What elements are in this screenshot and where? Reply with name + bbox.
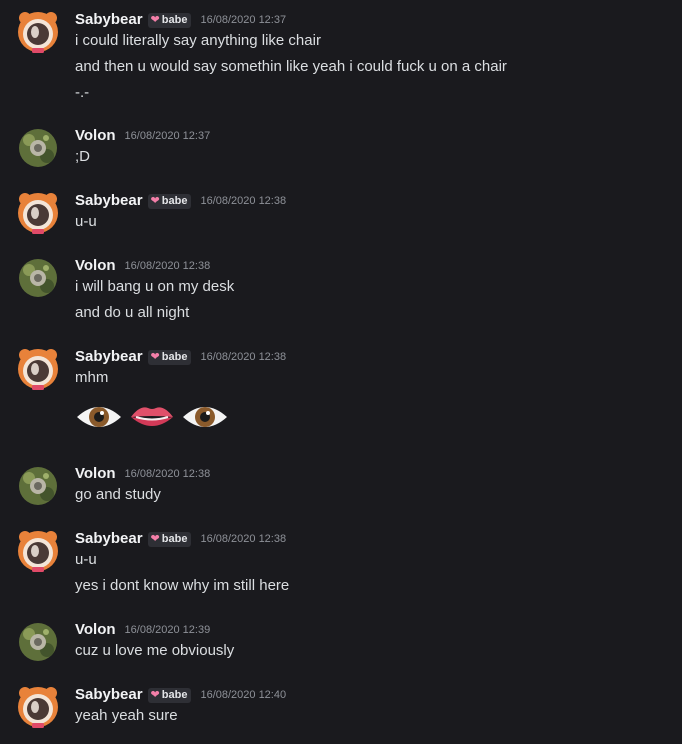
bear-avatar-icon <box>18 687 58 728</box>
username[interactable]: Volon <box>75 620 116 640</box>
timestamp[interactable]: 16/08/2020 12:40 <box>200 685 286 705</box>
message-header: Sabybear ❤ babe 16/08/2020 12:40 <box>75 685 286 705</box>
avatar[interactable] <box>16 191 60 235</box>
username[interactable]: Volon <box>75 464 116 484</box>
tag-label: babe <box>161 689 188 701</box>
flower-avatar-icon <box>19 129 57 167</box>
user-tag: ❤ babe <box>147 12 192 28</box>
timestamp[interactable]: 16/08/2020 12:38 <box>125 256 211 276</box>
flower-avatar-icon <box>19 467 57 505</box>
user-tag: ❤ babe <box>147 687 192 703</box>
message-text: i will bang u on my desk <box>75 278 235 295</box>
message-header: Sabybear ❤ babe 16/08/2020 12:38 <box>75 529 286 549</box>
avatar[interactable] <box>16 256 60 300</box>
timestamp[interactable]: 16/08/2020 12:38 <box>200 191 286 211</box>
message-header: Sabybear ❤ babe 16/08/2020 12:38 <box>75 191 286 211</box>
message-text: yes i dont know why im still here <box>75 577 290 594</box>
timestamp[interactable]: 16/08/2020 12:37 <box>125 126 211 146</box>
bear-avatar-icon <box>18 193 58 234</box>
avatar[interactable] <box>16 347 60 391</box>
flower-avatar-icon <box>19 623 57 661</box>
bear-avatar-icon <box>18 12 58 53</box>
lips-emoji[interactable] <box>128 399 176 435</box>
avatar[interactable] <box>16 10 60 54</box>
username[interactable]: Sabybear <box>75 347 143 367</box>
avatar[interactable] <box>16 620 60 664</box>
timestamp[interactable]: 16/08/2020 12:38 <box>200 347 286 367</box>
heart-icon: ❤ <box>150 350 160 363</box>
heart-icon: ❤ <box>150 688 160 701</box>
message-text: and then u would say somethin like yeah … <box>75 58 507 75</box>
message-text: and do u all night <box>75 304 190 321</box>
user-tag: ❤ babe <box>147 531 192 547</box>
flower-avatar-icon <box>19 259 57 297</box>
timestamp[interactable]: 16/08/2020 12:38 <box>200 529 286 549</box>
username[interactable]: Sabybear <box>75 685 143 705</box>
avatar[interactable] <box>16 685 60 729</box>
message-header: Sabybear ❤ babe 16/08/2020 12:37 <box>75 10 286 30</box>
eye-emoji[interactable] <box>75 399 123 435</box>
username[interactable]: Volon <box>75 126 116 146</box>
avatar[interactable] <box>16 464 60 508</box>
message-header: Sabybear ❤ babe 16/08/2020 12:38 <box>75 347 286 367</box>
user-tag: ❤ babe <box>147 349 192 365</box>
message-text: go and study <box>75 486 161 503</box>
timestamp[interactable]: 16/08/2020 12:38 <box>125 464 211 484</box>
message-text: ;D <box>75 148 90 165</box>
message-text: i could literally say anything like chai… <box>75 32 321 49</box>
message-header: Volon 16/08/2020 12:37 <box>75 126 210 146</box>
user-tag: ❤ babe <box>147 193 192 209</box>
username[interactable]: Sabybear <box>75 10 143 30</box>
message-header: Volon 16/08/2020 12:39 <box>75 620 210 640</box>
message-header: Volon 16/08/2020 12:38 <box>75 256 210 276</box>
username[interactable]: Sabybear <box>75 529 143 549</box>
message-text: -.- <box>75 84 90 101</box>
tag-label: babe <box>161 533 188 545</box>
heart-icon: ❤ <box>150 532 160 545</box>
message-text: mhm <box>75 369 109 386</box>
message-text: u-u <box>75 213 97 230</box>
username[interactable]: Sabybear <box>75 191 143 211</box>
avatar[interactable] <box>16 529 60 573</box>
tag-label: babe <box>161 14 188 26</box>
timestamp[interactable]: 16/08/2020 12:37 <box>200 10 286 30</box>
timestamp[interactable]: 16/08/2020 12:39 <box>125 620 211 640</box>
tag-label: babe <box>161 195 188 207</box>
message-text: cuz u love me obviously <box>75 642 235 659</box>
message-text: yeah yeah sure <box>75 707 178 724</box>
heart-icon: ❤ <box>150 194 160 207</box>
eye-emoji[interactable] <box>181 399 229 435</box>
heart-icon: ❤ <box>150 13 160 26</box>
avatar[interactable] <box>16 126 60 170</box>
message-text: u-u <box>75 551 97 568</box>
username[interactable]: Volon <box>75 256 116 276</box>
emoji-row <box>75 399 229 435</box>
tag-label: babe <box>161 351 188 363</box>
bear-avatar-icon <box>18 531 58 572</box>
bear-avatar-icon <box>18 349 58 390</box>
message-header: Volon 16/08/2020 12:38 <box>75 464 210 484</box>
